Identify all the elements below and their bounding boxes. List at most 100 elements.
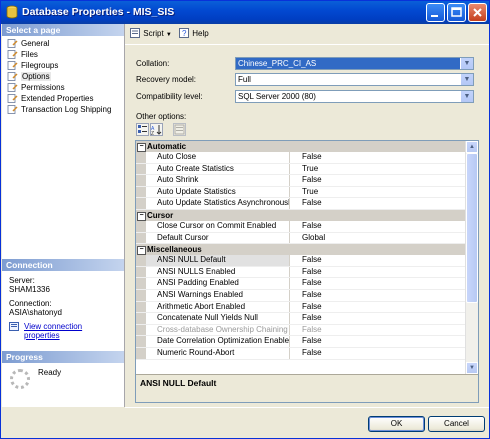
ok-button[interactable]: OK <box>368 416 425 432</box>
server-value: SHAM1336 <box>9 285 50 294</box>
collapse-icon[interactable]: − <box>137 246 146 256</box>
category-label: Cursor <box>147 210 174 220</box>
recovery-model-label: Recovery model: <box>136 75 197 84</box>
property-name: Cross-database Ownership Chaining Enable… <box>136 324 290 336</box>
property-pages-button[interactable] <box>173 123 186 136</box>
categorized-icon <box>138 125 147 133</box>
property-name: Auto Update Statistics <box>136 186 290 198</box>
collapse-icon[interactable]: − <box>137 211 146 221</box>
maximize-button[interactable] <box>447 3 466 22</box>
compatibility-level-select[interactable]: SQL Server 2000 (80) ▼ <box>235 90 474 103</box>
scrollbar-thumb[interactable] <box>466 153 478 303</box>
property-row[interactable]: Auto Shrink False <box>136 175 466 187</box>
property-value[interactable]: False <box>302 267 322 278</box>
recovery-model-value: Full <box>238 75 251 84</box>
property-value[interactable]: False <box>302 313 322 324</box>
category-label: Miscellaneous <box>147 245 202 255</box>
nav-item-filegroups[interactable]: Filegroups <box>2 60 124 71</box>
nav-item-options[interactable]: Options <box>2 71 124 82</box>
script-label: Script <box>143 29 164 38</box>
property-name: ANSI Warnings Enabled <box>136 289 290 301</box>
chevron-down-icon[interactable]: ▼ <box>460 91 473 102</box>
property-name: ANSI NULL Default <box>136 255 290 266</box>
property-value[interactable]: False <box>302 278 322 289</box>
property-value[interactable]: False <box>302 290 322 301</box>
collation-value: Chinese_PRC_CI_AS <box>238 59 317 68</box>
nav-item-transaction-log-shipping[interactable]: Transaction Log Shipping <box>2 104 124 115</box>
recovery-model-select[interactable]: Full ▼ <box>235 73 474 86</box>
property-value[interactable]: False <box>302 348 322 359</box>
view-connection-properties-link[interactable]: View connection properties <box>24 322 82 340</box>
property-row[interactable]: Date Correlation Optimization Enabled Fal… <box>136 336 466 348</box>
property-row[interactable]: Close Cursor on Commit Enabled False <box>136 220 466 233</box>
property-name: Auto Shrink <box>136 175 290 186</box>
property-value[interactable]: False <box>302 198 322 209</box>
nav-item-label: Options <box>21 72 51 81</box>
nav-item-permissions[interactable]: Permissions <box>2 82 124 93</box>
page-icon <box>7 72 18 81</box>
property-row[interactable]: ANSI Warnings Enabled False <box>136 289 466 302</box>
property-row[interactable]: Default Cursor Global <box>136 232 466 245</box>
collapse-icon[interactable]: − <box>137 143 146 152</box>
nav-item-extended-properties[interactable]: Extended Properties <box>2 93 124 104</box>
cancel-button[interactable]: Cancel <box>428 416 485 432</box>
svg-text:Z: Z <box>151 131 154 135</box>
connection-header: Connection <box>2 259 124 271</box>
property-value[interactable]: Global <box>302 233 325 244</box>
property-value[interactable]: False <box>302 302 322 313</box>
property-row-selected[interactable]: ANSI NULL Default False <box>136 255 466 267</box>
property-row[interactable]: Auto Update Statistics True <box>136 186 466 199</box>
property-row[interactable]: Auto Close False <box>136 152 466 164</box>
property-row[interactable]: ANSI NULLS Enabled False <box>136 266 466 279</box>
category-cursor[interactable]: − Cursor <box>136 209 466 221</box>
property-row[interactable]: Arithmetic Abort Enabled False <box>136 301 466 314</box>
property-name: Default Cursor <box>136 232 290 244</box>
categorized-view-button[interactable] <box>136 123 149 136</box>
property-row[interactable]: Concatenate Null Yields Null False <box>136 313 466 325</box>
nav-item-general[interactable]: General <box>2 38 124 49</box>
property-value[interactable]: False <box>302 255 322 266</box>
script-button[interactable]: Script ▼ <box>130 28 172 38</box>
database-icon <box>6 5 18 19</box>
nav-item-files[interactable]: Files <box>2 49 124 60</box>
category-miscellaneous[interactable]: − Miscellaneous <box>136 244 466 256</box>
collation-select[interactable]: Chinese_PRC_CI_AS ▼ <box>235 57 474 70</box>
page-icon <box>7 50 18 59</box>
property-row[interactable]: ANSI Padding Enabled False <box>136 278 466 290</box>
property-row[interactable]: Auto Create Statistics True <box>136 163 466 176</box>
alphabetical-view-button[interactable]: AZ <box>150 123 163 137</box>
chevron-down-icon[interactable]: ▼ <box>460 74 473 85</box>
vertical-scrollbar[interactable]: ▲ ▼ <box>465 141 478 374</box>
page-icon <box>7 61 18 70</box>
property-row[interactable]: Numeric Round-Abort False <box>136 347 466 360</box>
chevron-down-icon[interactable]: ▼ <box>460 58 473 69</box>
nav-item-label: Permissions <box>21 83 65 92</box>
page-icon <box>7 39 18 48</box>
help-label: Help <box>192 29 209 38</box>
property-value[interactable]: False <box>302 336 322 347</box>
property-value[interactable]: False <box>302 152 322 163</box>
connection-label: Connection: <box>9 299 52 308</box>
property-value[interactable]: True <box>302 187 318 198</box>
property-value[interactable]: False <box>302 175 322 186</box>
property-pages-icon <box>174 124 185 135</box>
scroll-down-icon[interactable]: ▼ <box>466 362 478 374</box>
category-automatic[interactable]: − Automatic <box>136 141 466 152</box>
property-row[interactable]: Auto Update Statistics Asynchronously Fal… <box>136 198 466 210</box>
property-value[interactable]: True <box>302 164 318 175</box>
connection-section: Connection Server: SHAM1336 Connection: … <box>2 259 124 345</box>
connection-properties-icon <box>9 322 19 331</box>
nav-item-label: Filegroups <box>21 61 59 70</box>
dropdown-arrow-icon[interactable]: ▼ <box>166 32 172 38</box>
progress-spinner-icon <box>10 369 30 389</box>
nav-item-label: Files <box>21 50 38 59</box>
help-button[interactable]: ? Help <box>179 28 209 38</box>
minimize-button[interactable] <box>426 3 445 22</box>
close-button[interactable] <box>468 3 487 22</box>
nav-item-label: Transaction Log Shipping <box>21 105 112 114</box>
property-description-title: ANSI NULL Default <box>140 378 217 388</box>
other-options-label: Other options: <box>136 112 187 121</box>
property-value[interactable]: False <box>302 221 322 232</box>
title-bar[interactable]: Database Properties - MIS_SIS <box>1 1 489 24</box>
scroll-up-icon[interactable]: ▲ <box>466 141 478 153</box>
